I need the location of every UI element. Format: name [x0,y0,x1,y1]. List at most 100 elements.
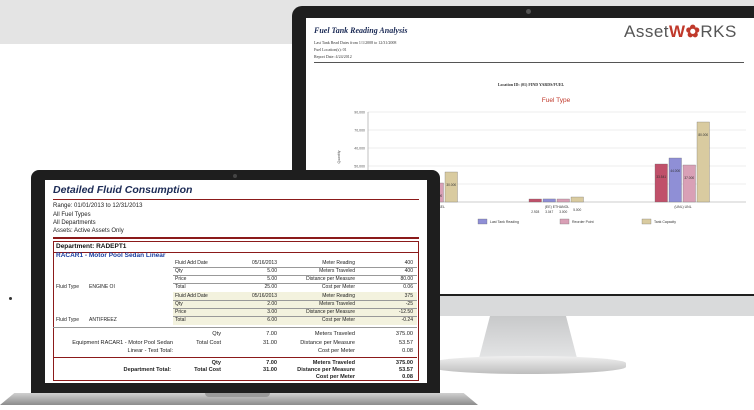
cell-label: Cost per Meter [318,348,355,354]
cell-label: Price [175,309,187,315]
cell-label: Total [175,317,186,323]
cell-label: Meters Traveled [319,301,355,307]
cell-label: Distance per Measure [306,276,355,282]
departments-filter: All Departments [53,220,96,226]
fluid-type-label: Fluid Type [56,317,79,323]
monitor-stand-base [430,356,626,374]
cell-value: 53.57 [399,340,413,346]
cell-value: 7.00 [266,360,277,366]
cell-label: Cost per Meter [321,284,355,290]
equip-total-label-2: Linear - Test Total: [127,348,174,354]
cell-value: -25 [405,301,413,307]
cell-label: Meter Reading [322,293,355,299]
data-label: 30.000 [446,183,456,187]
cell-value: 6.00 [267,317,277,323]
cell-value: 0.08 [402,374,413,380]
laptop-notch [205,393,270,397]
bar [668,157,682,203]
cell-label: Fluid Add Date [175,293,208,299]
cell-value: 7.00 [266,331,277,337]
report-fuel-location: Fuel Location(s): 01 [314,47,347,52]
legend-swatch [641,218,652,225]
report-date-range: Last Tank Read Dates from 1/1/2008 to 12… [314,40,397,45]
data-label: 3.000 [559,210,567,214]
header-divider [53,237,419,239]
cell-value: 53.57 [399,367,413,373]
cell-value: 5.00 [267,276,277,282]
bar [654,163,668,203]
bar [570,196,584,203]
laptop-camera-icon [233,174,237,178]
cell-value: -12.50 [398,309,413,315]
report-title: Fuel Tank Reading Analysis [314,26,408,35]
bar [528,198,542,203]
cell-value: 31.00 [263,340,277,346]
cell-value: 05/16/2013 [251,260,277,266]
assetworks-logo: AssetW✿RKS [624,22,737,41]
equipment-title: RACAR1 - Motor Pool Sedan Linear [56,252,166,259]
dept-total-label: Department Total: [123,367,171,373]
cell-value: -0.24 [401,317,413,323]
cell-value: 375.00 [395,360,413,366]
cell-label: Distance per Measure [297,367,355,373]
cell-value: 05/16/2013 [251,293,277,299]
legend-label: Reorder Point [572,220,594,224]
assets-filter: Assets: Active Assets Only [53,228,124,234]
cell-label: Fluid Add Date [175,260,208,266]
data-label: 5.000 [573,208,581,212]
cell-label: Cost per Meter [321,317,355,323]
legend-label: Last Tank Reading [490,220,519,224]
x-tick-label: (EE) ETHANOL [545,205,570,209]
cell-label: Total Cost [194,367,221,373]
cell-value: 3.00 [267,309,277,315]
cell-value: 0.06 [403,284,413,290]
report-date: Report Date: 4/24/2012 [314,54,352,59]
cell-value: 375 [404,293,413,299]
y-tick-label: 70,000 [354,129,365,133]
cell-value: 400 [404,268,413,274]
legend-swatch [559,218,570,225]
cell-value: 80.00 [400,276,413,282]
bar [542,198,556,203]
y-axis-label: Quantity [337,150,341,163]
cell-label: Distance per Measure [306,309,355,315]
cell-label: Meters Traveled [314,331,355,337]
data-label: 37.000 [684,176,694,180]
data-label: 80.000 [698,133,708,137]
fluid-type-value: ENGINE OI [89,284,115,290]
data-label: 3.047 [545,210,553,214]
cell-label: Distance per Measure [300,340,355,346]
section-rule [53,357,417,358]
legend-label: Tank Capacity [654,220,676,224]
cell-label: Meters Traveled [319,268,355,274]
bar [444,171,458,203]
bar [556,198,570,203]
monitor-camera-icon [526,9,531,14]
cell-label: Total Cost [196,340,221,346]
title-divider [53,199,419,200]
report-range: Range: 01/01/2013 to 12/31/2013 [53,203,143,209]
fluid-type-label: Fluid Type [56,284,79,290]
legend-swatch [477,218,488,225]
cell-label: Meter Reading [322,260,355,266]
cell-label: Meters Traveled [312,360,355,366]
fluid-type-value: ANTIFREEZ [89,317,117,323]
cell-value: 5.00 [267,268,277,274]
data-label: 2.928 [531,210,539,214]
laptop-screen: Detailed Fluid Consumption Range: 01/01/… [45,180,427,383]
data-label: 44.000 [670,169,680,173]
cell-label: Qty [175,301,183,307]
bar [682,164,696,203]
cell-label: Total [175,284,186,290]
bullet-dot [9,297,12,300]
location-id: Location ID: (01) FIND YARDS/FUEL [497,82,565,87]
fluid-report-title: Detailed Fluid Consumption [53,184,193,196]
cell-value: 0.08 [402,348,413,354]
y-tick-label: 90,000 [354,111,365,115]
cell-value: 25.00 [264,284,277,290]
report-divider [314,62,744,63]
y-tick-label: 50,000 [354,165,365,169]
x-tick-label: (UNL) UNL [674,205,691,209]
cell-label: Qty [212,331,221,337]
cell-value: 31.00 [263,367,277,373]
